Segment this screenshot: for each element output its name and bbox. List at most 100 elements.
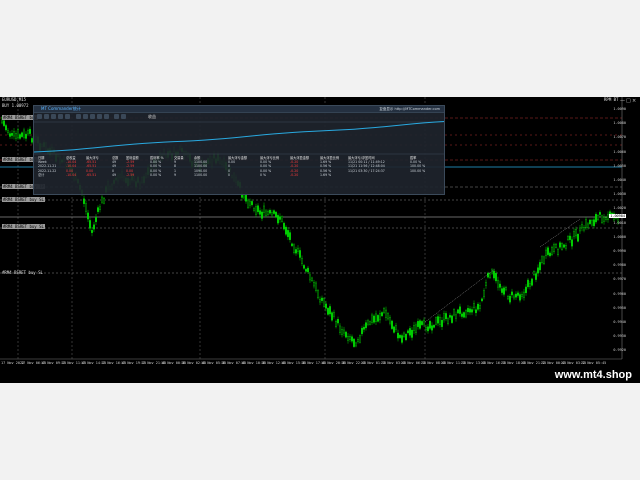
candle-body	[265, 210, 267, 216]
candle-body	[19, 134, 21, 139]
candle-body	[247, 199, 249, 208]
order-tag[interactable]: #RM4 BSRET buy SL	[2, 270, 43, 275]
candle-body	[299, 250, 301, 258]
candle-body	[545, 249, 547, 256]
toolbar-icon[interactable]	[121, 114, 126, 119]
toolbar-icon[interactable]	[37, 114, 42, 119]
price-tick-label: 0.9950	[613, 305, 626, 310]
candle-body	[341, 329, 343, 335]
candle-body	[531, 278, 533, 286]
candle-body	[357, 339, 359, 342]
candle-body	[543, 256, 545, 264]
candle-body	[391, 320, 393, 329]
candle-body	[101, 196, 103, 203]
candle-body	[13, 131, 15, 137]
toolbar-icon[interactable]	[97, 114, 102, 119]
candle-body	[493, 270, 495, 279]
candle-body	[419, 320, 421, 329]
candle-body	[375, 313, 377, 322]
order-tag[interactable]: #RM4 BSRET buy SL	[2, 224, 45, 229]
candle-body	[293, 244, 295, 253]
order-tag[interactable]: #RM4 BSRET buy SL	[2, 197, 45, 202]
minimize-icon[interactable]: —	[620, 98, 625, 104]
candle-body	[437, 316, 439, 324]
candle-body	[333, 311, 335, 317]
panel-titlebar[interactable]: MT Commander统计 复盘显示 http://MTCommander.c…	[34, 106, 444, 113]
candle-body	[461, 313, 463, 317]
toolbar-icon[interactable]	[58, 114, 63, 119]
table-cell: -0.20	[290, 172, 299, 177]
current-price-badge: 1.00984	[609, 214, 626, 218]
toolbar-icon[interactable]	[90, 114, 95, 119]
backtest-stats-panel[interactable]: MT Commander统计 复盘显示 http://MTCommander.c…	[33, 105, 445, 195]
candle-body	[243, 195, 245, 199]
equity-line	[34, 121, 444, 153]
panel-title: MT Commander统计	[41, 106, 81, 111]
candle-body	[255, 206, 257, 215]
candle-body	[541, 256, 543, 263]
price-tick-label: 1.0020	[613, 206, 626, 211]
candle-body	[305, 269, 307, 272]
candle-body	[453, 309, 455, 316]
candle-body	[481, 298, 483, 302]
candle-body	[387, 313, 389, 320]
toolbar-icon[interactable]	[51, 114, 56, 119]
candle-body	[575, 229, 577, 237]
candle-body	[441, 320, 443, 327]
candle-body	[561, 243, 563, 250]
candle-body	[473, 303, 475, 308]
candle-body	[591, 220, 593, 226]
candle-body	[533, 271, 535, 276]
table-cell: 49	[112, 172, 117, 177]
candle-body	[573, 231, 575, 237]
candle-body	[547, 247, 549, 255]
price-tick-label: 0.9980	[613, 263, 626, 268]
candle-body	[349, 336, 351, 340]
candle-body	[367, 320, 369, 325]
candle-body	[523, 291, 525, 298]
candle-body	[457, 309, 459, 314]
close-icon[interactable]: ×	[632, 98, 636, 104]
candle-body	[309, 274, 311, 281]
candle-body	[519, 294, 521, 301]
candle-body	[91, 230, 93, 233]
candle-body	[487, 272, 489, 278]
candle-body	[491, 269, 493, 274]
toolbar-icon[interactable]	[104, 114, 109, 119]
candle-body	[603, 217, 605, 222]
candle-body	[275, 211, 277, 218]
toolbar-icon[interactable]	[76, 114, 81, 119]
candle-body	[397, 332, 399, 339]
toolbar-icon[interactable]	[65, 114, 70, 119]
candle-body	[471, 309, 473, 313]
candle-body	[409, 328, 411, 336]
candle-body	[417, 321, 419, 327]
candle-body	[507, 295, 509, 300]
maximize-icon[interactable]: □	[626, 98, 631, 104]
candle-body	[425, 327, 427, 330]
table-cell: 1.69 %	[320, 172, 332, 177]
candle-body	[359, 335, 361, 343]
candle-body	[479, 305, 481, 309]
toolbar-icon[interactable]	[114, 114, 119, 119]
panel-site-link[interactable]: 复盘显示 http://MTCommander.com	[379, 106, 440, 112]
candle-body	[469, 308, 471, 313]
table-cell: -65.51	[86, 172, 97, 177]
price-tick-label: 1.0010	[613, 220, 626, 225]
candle-body	[389, 316, 391, 324]
candle-body	[345, 331, 347, 338]
mt4-chart-window[interactable]: EURUSD,M15 BUY 1.00972 RPM BT — □ × #RM4…	[0, 97, 640, 383]
toolbar-icon[interactable]	[44, 114, 49, 119]
candle-body	[577, 233, 579, 242]
table-cell: 11/21 03:30 / 17:24:37	[348, 168, 385, 173]
candle-body	[589, 219, 591, 224]
toolbar-icon[interactable]	[83, 114, 88, 119]
candle-body	[15, 133, 17, 139]
candle-body	[465, 310, 467, 318]
candle-body	[485, 282, 487, 286]
candle-body	[273, 210, 275, 214]
candle-body	[517, 292, 519, 296]
candle-body	[93, 224, 95, 230]
candle-body	[319, 299, 321, 303]
candle-body	[261, 211, 263, 219]
